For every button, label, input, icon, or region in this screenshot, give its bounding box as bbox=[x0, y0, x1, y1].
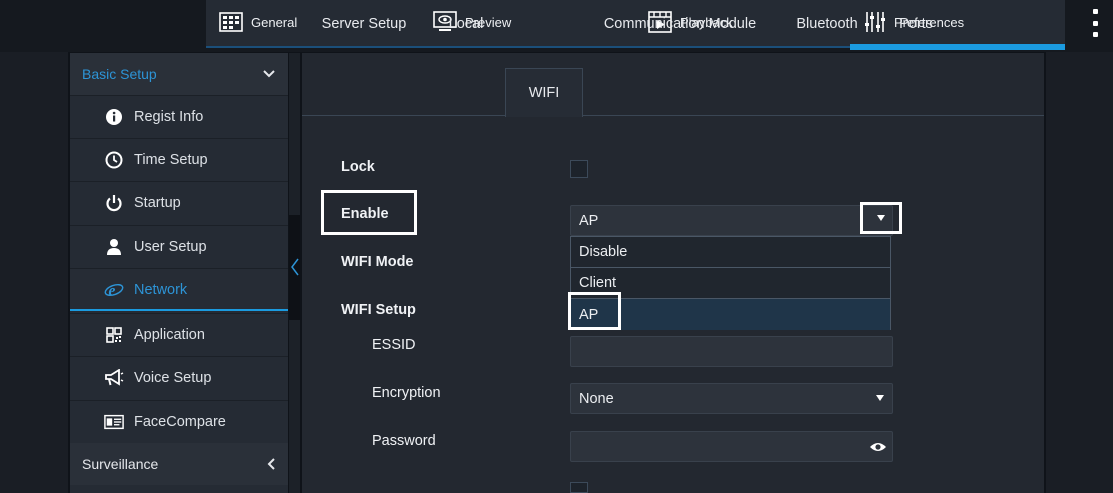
sidebar-item-time-setup[interactable]: Time Setup bbox=[70, 138, 288, 181]
option-disable[interactable]: Disable bbox=[571, 237, 890, 268]
lock-checkbox[interactable] bbox=[570, 160, 588, 178]
qr-grid-icon bbox=[104, 325, 124, 345]
eye-icon[interactable] bbox=[869, 441, 887, 453]
sidebar-item-voice-setup[interactable]: Voice Setup bbox=[70, 356, 288, 399]
id-card-icon bbox=[104, 412, 124, 432]
sidebar-item-regist-info[interactable]: Regist Info bbox=[70, 95, 288, 138]
enable-select[interactable]: AP bbox=[570, 205, 893, 236]
encryption-select-value: None bbox=[579, 390, 614, 407]
caret-down-icon bbox=[876, 395, 884, 401]
tab-wifi[interactable]: WIFI bbox=[505, 68, 583, 117]
collapse-sidebar-button[interactable] bbox=[289, 255, 300, 279]
password-label: Password bbox=[372, 433, 436, 449]
sidebar-item-application[interactable]: Application bbox=[70, 313, 288, 356]
password-input[interactable] bbox=[570, 431, 893, 462]
nav-active-indicator bbox=[850, 44, 1065, 50]
network-e-icon: e bbox=[104, 280, 124, 300]
grid-icon bbox=[219, 12, 243, 32]
nav-general-label: General bbox=[251, 14, 298, 30]
svg-text:e: e bbox=[109, 282, 116, 299]
sidebar-item-label: Time Setup bbox=[134, 152, 208, 168]
encryption-select[interactable]: None bbox=[570, 383, 893, 414]
sidebar-item-label: Startup bbox=[134, 195, 181, 211]
sidebar-item-user-setup[interactable]: User Setup bbox=[70, 225, 288, 268]
highlight-option-ap bbox=[568, 292, 621, 330]
tab-communication-module[interactable]: Communication Module bbox=[594, 0, 766, 48]
clock-icon bbox=[104, 150, 124, 170]
sidebar-item-label: Application bbox=[134, 327, 205, 343]
sidebar-item-network[interactable]: e Network bbox=[70, 268, 288, 311]
lock-label: Lock bbox=[341, 159, 375, 175]
essid-label: ESSID bbox=[372, 337, 416, 353]
sidebar-item-label: Network bbox=[134, 282, 188, 298]
enable-select-value: AP bbox=[579, 212, 599, 229]
chevron-down-icon bbox=[263, 70, 275, 78]
tab-bluetooth[interactable]: Bluetooth bbox=[787, 0, 867, 48]
highlight-enable-label bbox=[321, 190, 417, 235]
tab-ports[interactable]: Ports bbox=[888, 0, 944, 48]
sidebar-item-startup[interactable]: Startup bbox=[70, 181, 288, 224]
sidebar-item-label: FaceCompare bbox=[134, 414, 226, 430]
essid-input[interactable] bbox=[570, 336, 893, 367]
sidebar-item-label: User Setup bbox=[134, 239, 207, 255]
next-row-checkbox[interactable] bbox=[570, 482, 588, 493]
power-icon bbox=[104, 193, 124, 213]
wifi-setup-label: WIFI Setup bbox=[341, 302, 416, 318]
sidebar-item-label: Voice Setup bbox=[134, 370, 212, 386]
megaphone-icon bbox=[104, 368, 124, 388]
sidebar-group-label: Basic Setup bbox=[82, 66, 157, 82]
tab-local[interactable]: Local bbox=[436, 0, 496, 48]
sidebar-item-facecompare[interactable]: FaceCompare bbox=[70, 400, 288, 443]
sidebar-item-label: Regist Info bbox=[134, 109, 204, 125]
user-icon bbox=[104, 237, 124, 257]
chevron-left-icon bbox=[267, 458, 275, 470]
wifi-mode-label: WIFI Mode bbox=[341, 254, 414, 270]
nav-general[interactable]: General bbox=[219, 0, 297, 44]
sidebar-group-label: Surveillance bbox=[82, 456, 159, 472]
sliders-icon bbox=[865, 12, 885, 32]
tab-bar bbox=[302, 68, 1044, 116]
caret-down-icon[interactable] bbox=[877, 215, 885, 221]
more-vertical-icon[interactable] bbox=[1089, 9, 1101, 37]
encryption-label: Encryption bbox=[372, 385, 441, 401]
chevron-left-icon bbox=[290, 258, 299, 276]
tab-server-setup[interactable]: Server Setup bbox=[312, 0, 416, 48]
sidebar-group-basic-setup[interactable]: Basic Setup bbox=[70, 53, 288, 95]
info-circle-icon bbox=[104, 107, 124, 127]
sidebar-group-surveillance[interactable]: Surveillance bbox=[70, 443, 288, 485]
